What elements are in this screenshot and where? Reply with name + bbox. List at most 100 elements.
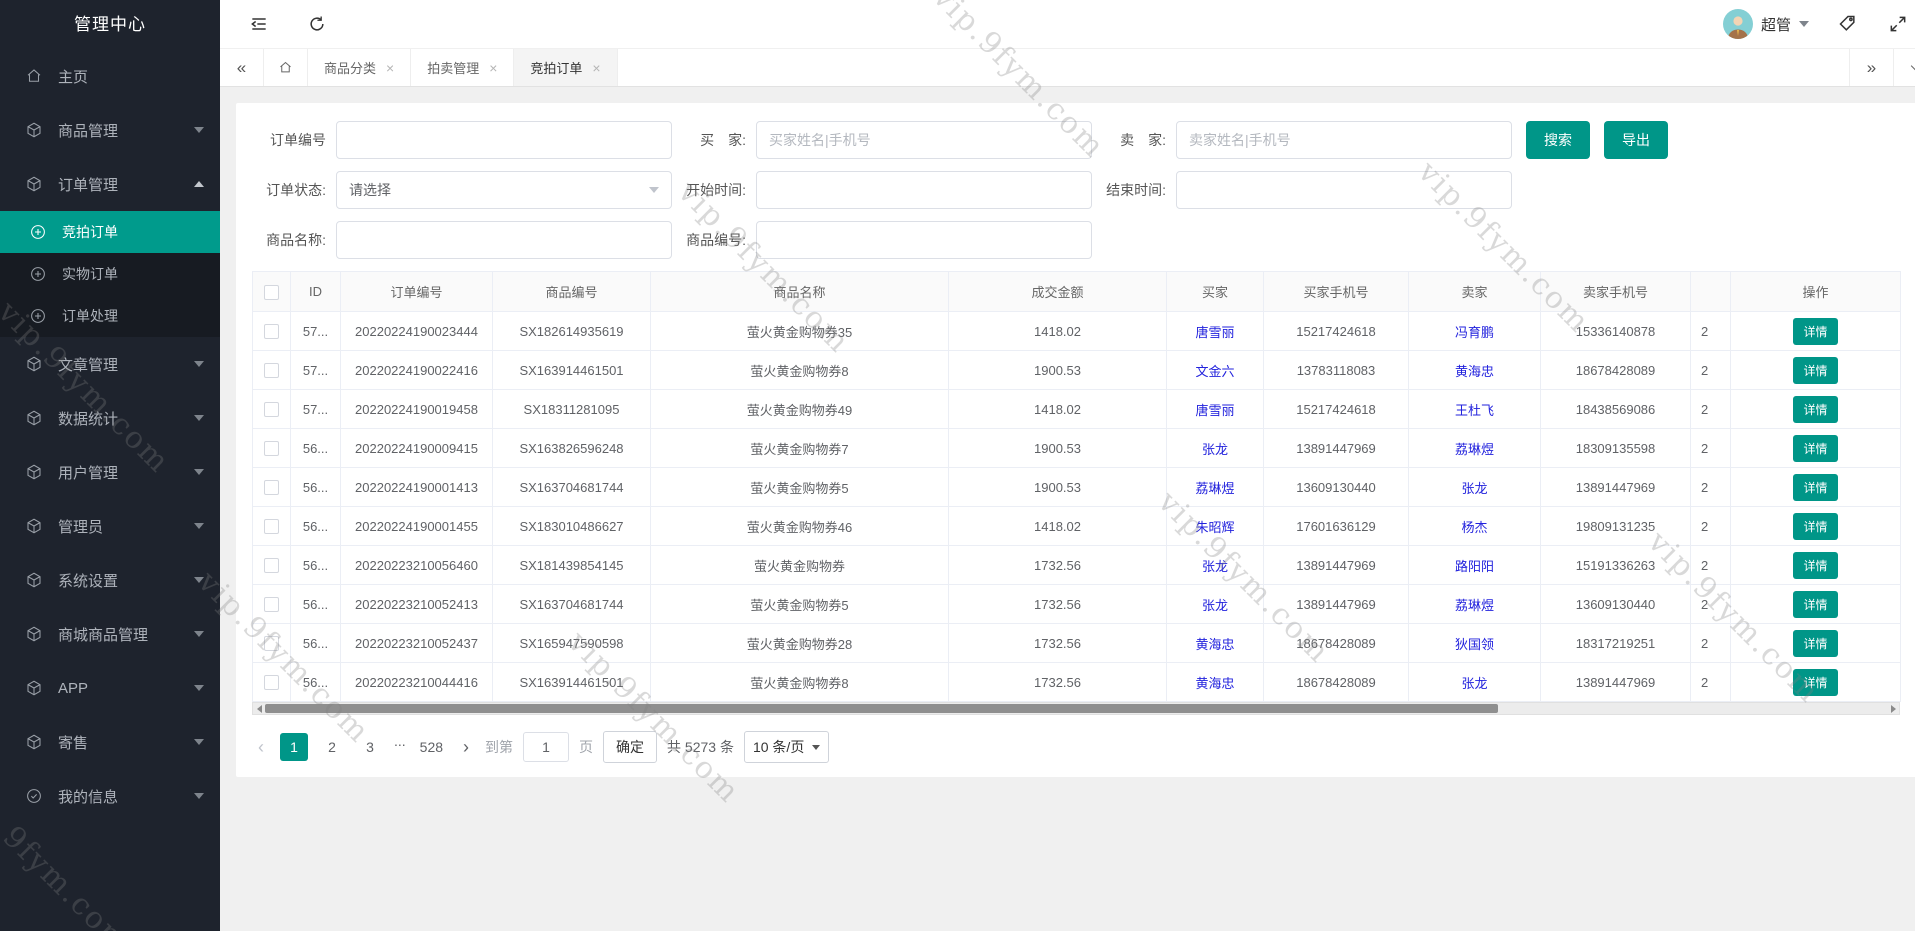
close-icon[interactable]: × (386, 60, 394, 76)
buyer-link[interactable]: 张龙 (1202, 598, 1228, 613)
buyer-link[interactable]: 黄海忠 (1195, 637, 1234, 652)
buyer-link[interactable]: 唐雪丽 (1195, 325, 1234, 340)
tab-item[interactable]: 拍卖管理 × (411, 49, 515, 86)
seller-input[interactable] (1176, 121, 1512, 159)
end-time-input[interactable] (1176, 171, 1512, 209)
product-no-input[interactable] (756, 221, 1092, 259)
buyer-link[interactable]: 张龙 (1202, 559, 1228, 574)
buyer-input[interactable] (756, 121, 1092, 159)
refresh-icon[interactable] (306, 13, 328, 35)
row-checkbox[interactable] (264, 480, 279, 496)
seller-link[interactable]: 张龙 (1461, 676, 1487, 691)
detail-button[interactable]: 详情 (1793, 668, 1838, 696)
close-icon[interactable]: × (489, 60, 497, 76)
seller-link[interactable]: 黄海忠 (1455, 364, 1494, 379)
fullscreen-icon[interactable] (1887, 13, 1909, 35)
row-checkbox[interactable] (264, 636, 279, 652)
detail-button[interactable]: 详情 (1793, 473, 1838, 501)
sidebar-item[interactable]: 文章管理 (0, 337, 220, 391)
seller-link[interactable]: 冯育鹏 (1455, 325, 1494, 340)
buyer-link[interactable]: 荔琳煜 (1195, 481, 1234, 496)
buyer-link[interactable]: 唐雪丽 (1195, 403, 1234, 418)
sidebar-item[interactable]: 数据统计 (0, 391, 220, 445)
tabs-scroll-left-icon[interactable]: « (220, 49, 264, 86)
sidebar-item[interactable]: APP (0, 661, 220, 715)
buyer-link[interactable]: 黄海忠 (1195, 676, 1234, 691)
row-checkbox[interactable] (264, 363, 279, 379)
seller-link[interactable]: 杨杰 (1461, 520, 1487, 535)
seller-link[interactable]: 狄国领 (1455, 637, 1494, 652)
page-number[interactable]: 3 (356, 733, 384, 761)
select-all-checkbox[interactable] (264, 284, 279, 300)
row-checkbox[interactable] (264, 558, 279, 574)
start-time-input[interactable] (756, 171, 1092, 209)
tab-item[interactable]: 商品分类 × (308, 49, 412, 86)
id-cell: 56... (290, 623, 341, 663)
prev-page-button[interactable]: ‹ (252, 737, 270, 758)
tag-icon[interactable] (1837, 13, 1859, 35)
detail-button[interactable]: 详情 (1793, 629, 1838, 657)
sidebar-item[interactable]: 用户管理 (0, 445, 220, 499)
page-size-select[interactable]: 10 条/页 (743, 731, 830, 763)
tabs-scroll-right-icon[interactable]: » (1849, 49, 1893, 86)
sidebar-item[interactable]: 订单管理 (0, 157, 220, 211)
product-name-input[interactable] (336, 221, 672, 259)
detail-button[interactable]: 详情 (1793, 317, 1838, 345)
next-page-button[interactable]: › (457, 737, 475, 758)
row-checkbox[interactable] (264, 519, 279, 535)
sidebar-item[interactable]: 系统设置 (0, 553, 220, 607)
sidebar-subitem[interactable]: 实物订单 (0, 253, 220, 295)
horizontal-scrollbar[interactable] (252, 702, 1900, 715)
seller-link[interactable]: 荔琳煜 (1455, 598, 1494, 613)
goto-page-input[interactable] (523, 732, 570, 762)
close-icon[interactable]: × (592, 60, 600, 76)
detail-button[interactable]: 详情 (1793, 551, 1838, 579)
sidebar-subitem[interactable]: 订单处理 (0, 295, 220, 337)
sidebar-item[interactable]: 商品管理 (0, 103, 220, 157)
goto-confirm-button[interactable]: 确定 (603, 731, 658, 763)
export-button[interactable]: 导出 (1604, 121, 1668, 159)
table-row: 56... 20220224190001413 SX163704681744 萤火黄金… (252, 467, 1901, 507)
detail-button[interactable]: 详情 (1793, 434, 1838, 462)
sidebar-item[interactable]: 寄售 (0, 715, 220, 769)
search-button[interactable]: 搜索 (1526, 121, 1590, 159)
sidebar-item[interactable]: 我的信息 (0, 769, 220, 823)
detail-button[interactable]: 详情 (1793, 512, 1838, 540)
home-tab-icon[interactable] (264, 49, 308, 86)
order-status-select[interactable]: 请选择 (336, 171, 672, 209)
seller-link[interactable]: 荔琳煜 (1455, 442, 1494, 457)
seller-phone-cell: 13609130440 (1540, 584, 1691, 624)
scroll-left-arrow-icon[interactable] (253, 703, 265, 714)
detail-button[interactable]: 详情 (1793, 395, 1838, 423)
sidebar-item[interactable]: 商城商品管理 (0, 607, 220, 661)
seller-link[interactable]: 王杜飞 (1455, 403, 1494, 418)
row-checkbox[interactable] (264, 597, 279, 613)
buyer-link[interactable]: 张龙 (1202, 442, 1228, 457)
tabs-collapse-icon[interactable] (1893, 49, 1915, 86)
scrollbar-thumb[interactable] (265, 704, 1498, 713)
select-all-header[interactable] (252, 271, 291, 312)
sidebar-item[interactable]: 管理员 (0, 499, 220, 553)
menu-fold-icon[interactable] (248, 13, 270, 35)
user-menu[interactable]: 超管 (1722, 9, 1809, 39)
sidebar-item[interactable]: 主页 (0, 49, 220, 103)
row-checkbox[interactable] (264, 441, 279, 457)
seller-link[interactable]: 路阳阳 (1455, 559, 1494, 574)
buyer-link[interactable]: 文金六 (1195, 364, 1234, 379)
row-checkbox[interactable] (264, 402, 279, 418)
page-number[interactable]: 2 (318, 733, 346, 761)
order-no-input[interactable] (336, 121, 672, 159)
scroll-right-arrow-icon[interactable] (1887, 703, 1899, 714)
page-number[interactable]: 528 (416, 733, 447, 761)
row-checkbox[interactable] (264, 324, 279, 340)
page-number[interactable]: 1 (280, 733, 308, 761)
scrollbar-track[interactable] (265, 703, 1887, 714)
seller-link[interactable]: 张龙 (1461, 481, 1487, 496)
sidebar-subitem[interactable]: 竞拍订单 (0, 211, 220, 253)
row-checkbox[interactable] (264, 675, 279, 691)
detail-button[interactable]: 详情 (1793, 590, 1838, 618)
buyer-link[interactable]: 朱昭辉 (1195, 520, 1234, 535)
detail-button[interactable]: 详情 (1793, 356, 1838, 384)
product-name-cell: 萤火黄金购物券46 (650, 506, 949, 546)
tab-active[interactable]: 竞拍订单 × (514, 49, 618, 86)
